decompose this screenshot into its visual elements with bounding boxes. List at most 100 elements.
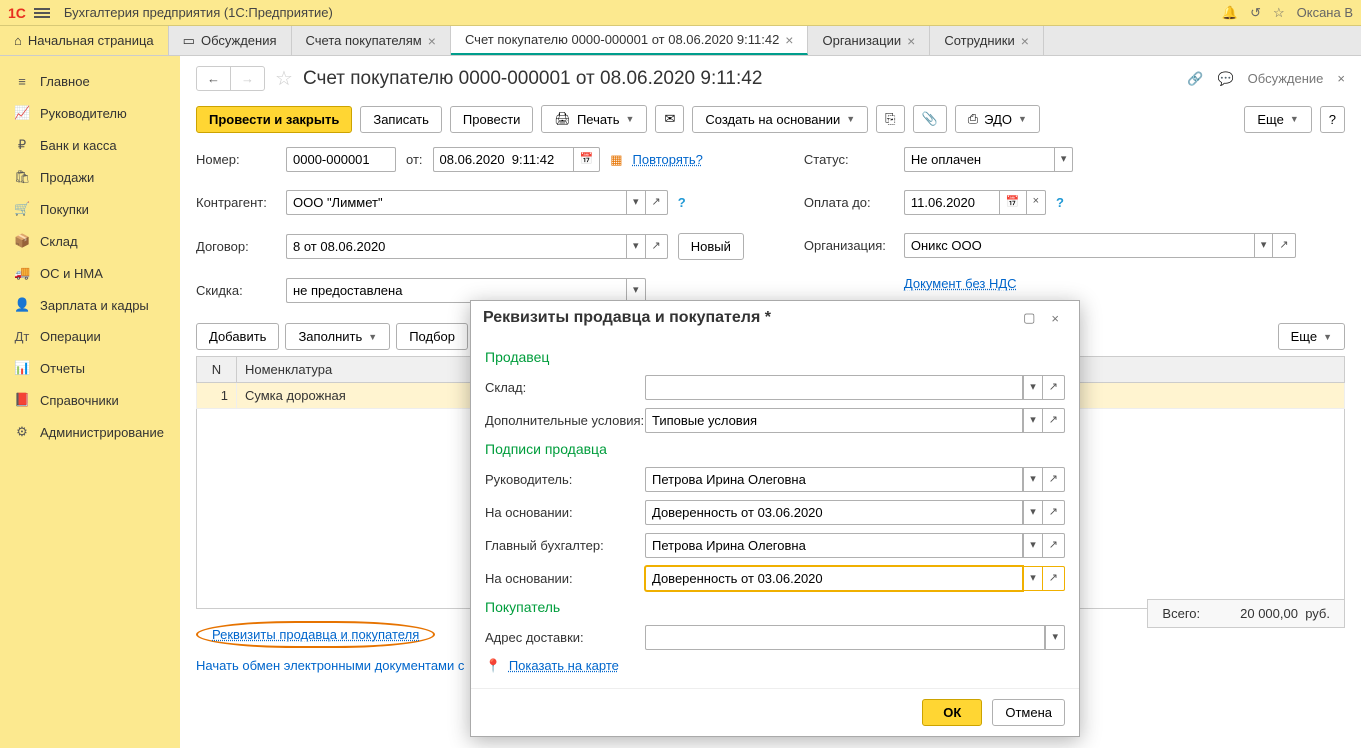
- number-input[interactable]: [286, 147, 396, 172]
- repeat-icon[interactable]: ▦: [610, 152, 622, 168]
- nav-forward-button[interactable]: →: [231, 67, 264, 90]
- open-icon[interactable]: ↗: [1043, 467, 1065, 492]
- based-on-2-input[interactable]: [645, 566, 1023, 591]
- chevron-down-icon[interactable]: ▾: [1023, 566, 1043, 591]
- user-name[interactable]: Оксана В: [1297, 5, 1353, 20]
- chevron-down-icon[interactable]: ▾: [1023, 467, 1043, 492]
- edo-button[interactable]: ⎙ЭДО▼: [955, 105, 1040, 133]
- close-icon[interactable]: ×: [1043, 311, 1067, 326]
- sidebar-label: Справочники: [40, 393, 119, 408]
- create-based-button[interactable]: Создать на основании▼: [692, 106, 868, 133]
- sidebar-item-operations[interactable]: ДтОперации: [0, 321, 180, 352]
- new-contract-button[interactable]: Новый: [678, 233, 744, 260]
- help-icon[interactable]: ?: [1056, 195, 1064, 210]
- tab-discussions[interactable]: ▭ Обсуждения: [169, 26, 292, 55]
- main-menu-icon[interactable]: [34, 6, 50, 20]
- director-input[interactable]: [645, 467, 1023, 492]
- date-input[interactable]: [433, 147, 573, 172]
- open-icon[interactable]: ↗: [646, 234, 668, 259]
- extra-cond-input[interactable]: [645, 408, 1023, 433]
- open-icon[interactable]: ↗: [1043, 533, 1065, 558]
- print-button[interactable]: 🖨Печать▼: [541, 105, 647, 133]
- chevron-down-icon[interactable]: ▾: [626, 234, 646, 259]
- post-and-close-button[interactable]: Провести и закрыть: [196, 106, 352, 133]
- contract-input[interactable]: [286, 234, 626, 259]
- sidebar-item-bank[interactable]: ₽Банк и касса: [0, 129, 180, 161]
- post-button[interactable]: Провести: [450, 106, 534, 133]
- sidebar-item-main[interactable]: ≡Главное: [0, 66, 180, 97]
- col-n[interactable]: N: [197, 357, 237, 383]
- nav-back-button[interactable]: ←: [197, 67, 231, 90]
- history-icon[interactable]: ↺: [1250, 5, 1261, 21]
- chevron-down-icon[interactable]: ▾: [1254, 233, 1274, 258]
- sidebar-item-manager[interactable]: 📈Руководителю: [0, 97, 180, 129]
- pay-until-input[interactable]: [904, 190, 999, 215]
- show-on-map-link[interactable]: Показать на карте: [509, 658, 619, 673]
- email-button[interactable]: ✉: [655, 105, 684, 133]
- chevron-down-icon[interactable]: ▾: [1023, 375, 1043, 400]
- table-more-button[interactable]: Еще ▼: [1278, 323, 1345, 350]
- tab-home[interactable]: ⌂ Начальная страница: [0, 26, 169, 55]
- delivery-input[interactable]: [645, 625, 1045, 650]
- sidebar-item-admin[interactable]: ⚙Администрирование: [0, 416, 180, 448]
- sidebar-item-purchases[interactable]: 🛒Покупки: [0, 193, 180, 225]
- chevron-down-icon[interactable]: ▾: [1054, 147, 1074, 172]
- no-vat-link[interactable]: Документ без НДС: [904, 276, 1017, 291]
- chevron-down-icon[interactable]: ▾: [626, 190, 646, 215]
- sidebar-item-salary[interactable]: 👤Зарплата и кадры: [0, 289, 180, 321]
- calendar-icon[interactable]: 📅: [573, 147, 601, 172]
- tab-invoices[interactable]: Счета покупателям ×: [292, 26, 451, 55]
- accountant-input[interactable]: [645, 533, 1023, 558]
- org-input[interactable]: [904, 233, 1254, 258]
- open-icon[interactable]: ↗: [1043, 566, 1065, 591]
- based-on-1-input[interactable]: [645, 500, 1023, 525]
- chevron-down-icon[interactable]: ▾: [1045, 625, 1065, 650]
- structure-button[interactable]: ⎘: [876, 105, 904, 133]
- sidebar-item-warehouse[interactable]: 📦Склад: [0, 225, 180, 257]
- favorite-icon[interactable]: ☆: [275, 66, 293, 91]
- sidebar-item-refs[interactable]: 📕Справочники: [0, 384, 180, 416]
- close-icon[interactable]: ×: [785, 32, 793, 48]
- repeat-link[interactable]: Повторять?: [633, 152, 703, 167]
- help-button[interactable]: ?: [1320, 106, 1345, 133]
- open-icon[interactable]: ↗: [1043, 408, 1065, 433]
- maximize-icon[interactable]: ▢: [1015, 310, 1043, 326]
- link-icon[interactable]: 🔗: [1187, 71, 1203, 87]
- cancel-button[interactable]: Отмена: [992, 699, 1065, 726]
- warehouse-input[interactable]: [645, 375, 1023, 400]
- clear-icon[interactable]: ×: [1027, 190, 1046, 215]
- open-icon[interactable]: ↗: [646, 190, 668, 215]
- discussion-icon[interactable]: 💬: [1217, 71, 1233, 87]
- chevron-down-icon[interactable]: ▾: [1023, 408, 1043, 433]
- tab-organizations[interactable]: Организации ×: [808, 26, 930, 55]
- status-input[interactable]: [904, 147, 1054, 172]
- requisites-link[interactable]: Реквизиты продавца и покупателя: [212, 627, 419, 642]
- chevron-down-icon[interactable]: ▾: [1023, 500, 1043, 525]
- close-icon[interactable]: ×: [907, 33, 915, 49]
- tab-current-doc[interactable]: Счет покупателю 0000-000001 от 08.06.202…: [451, 26, 809, 55]
- calendar-icon[interactable]: 📅: [999, 190, 1027, 215]
- open-icon[interactable]: ↗: [1043, 375, 1065, 400]
- sidebar-item-reports[interactable]: 📊Отчеты: [0, 352, 180, 384]
- attach-button[interactable]: 📎: [913, 105, 947, 133]
- open-icon[interactable]: ↗: [1043, 500, 1065, 525]
- open-icon[interactable]: ↗: [1273, 233, 1295, 258]
- add-row-button[interactable]: Добавить: [196, 323, 279, 350]
- more-button[interactable]: Еще▼: [1244, 106, 1311, 133]
- chevron-down-icon[interactable]: ▾: [1023, 533, 1043, 558]
- fill-button[interactable]: Заполнить ▼: [285, 323, 390, 350]
- help-icon[interactable]: ?: [678, 195, 686, 210]
- star-icon[interactable]: ☆: [1273, 5, 1285, 21]
- discussion-label[interactable]: Обсуждение: [1248, 71, 1324, 86]
- close-icon[interactable]: ×: [1021, 33, 1029, 49]
- tab-employees[interactable]: Сотрудники ×: [930, 26, 1044, 55]
- counterparty-input[interactable]: [286, 190, 626, 215]
- save-button[interactable]: Записать: [360, 106, 442, 133]
- sidebar-item-sales[interactable]: 🛍Продажи: [0, 161, 180, 193]
- close-icon[interactable]: ×: [1337, 71, 1345, 86]
- sidebar-item-os[interactable]: 🚚ОС и НМА: [0, 257, 180, 289]
- bell-icon[interactable]: 🔔: [1222, 5, 1238, 21]
- close-icon[interactable]: ×: [428, 33, 436, 49]
- ok-button[interactable]: ОК: [922, 699, 982, 726]
- select-button[interactable]: Подбор: [396, 323, 468, 350]
